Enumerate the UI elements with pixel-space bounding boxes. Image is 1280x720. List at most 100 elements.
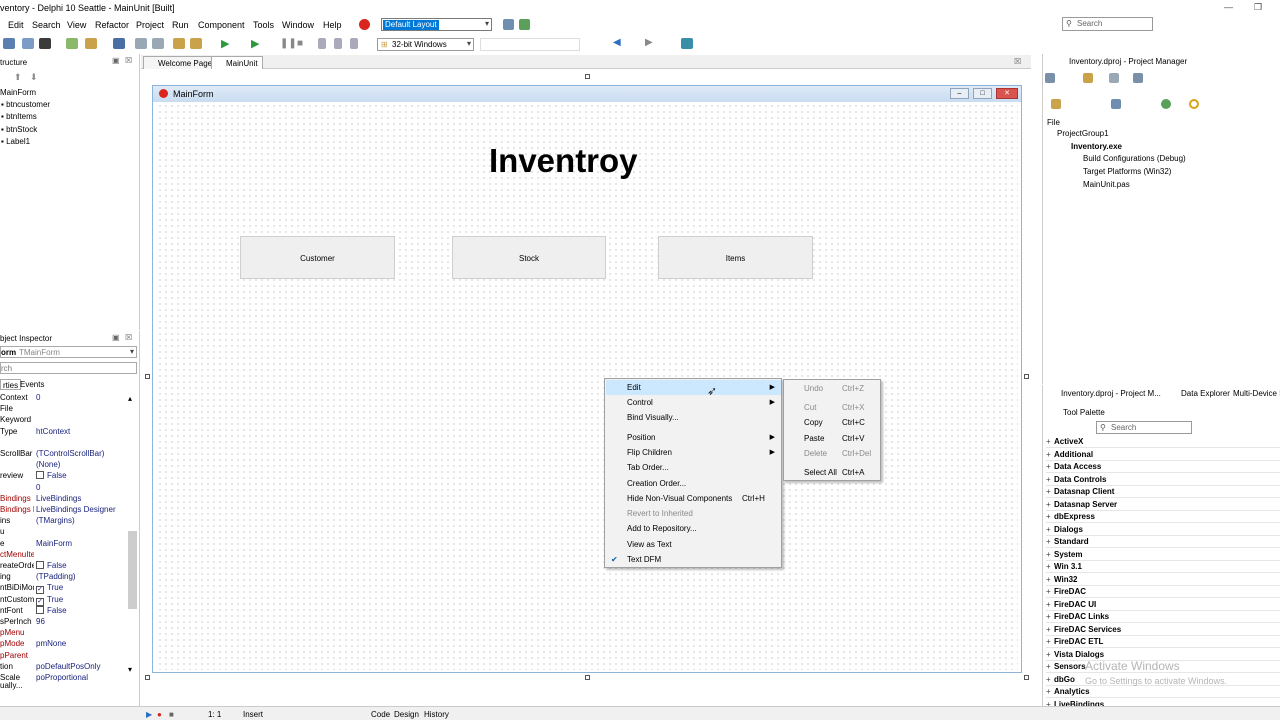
context-menu-item[interactable]: ✔ Text DFM <box>606 552 781 567</box>
structure-item[interactable]: ▪ Label1 <box>1 137 30 146</box>
palette-category[interactable]: + Win 3.1 <box>1046 561 1280 573</box>
property-row[interactable]: ntCustomH✓True <box>0 595 130 606</box>
property-value[interactable]: False <box>36 471 131 480</box>
property-row[interactable]: Scale poProportional <box>0 673 130 684</box>
run-without-debug-icon[interactable]: ▶ <box>251 37 259 50</box>
activate-icon[interactable] <box>1083 73 1093 83</box>
save-icon[interactable] <box>113 38 125 49</box>
build-icon[interactable] <box>190 38 202 49</box>
image-icon[interactable] <box>39 38 51 49</box>
palette-category[interactable]: + FireDAC Links <box>1046 611 1280 623</box>
resize-handle[interactable] <box>1024 374 1029 379</box>
tab-code[interactable]: Code <box>371 710 390 719</box>
platform-icon[interactable] <box>1161 99 1171 109</box>
palette-category[interactable]: + Win32 <box>1046 574 1280 586</box>
step-over-icon[interactable] <box>334 38 342 49</box>
property-value[interactable]: LiveBindings Designer <box>36 505 131 514</box>
checkbox-icon[interactable] <box>36 471 44 480</box>
palette-search-input[interactable]: ⚲ Search <box>1096 421 1192 434</box>
property-row[interactable]: Keyword <box>0 415 130 426</box>
palette-category[interactable]: + Data Controls <box>1046 474 1280 486</box>
palette-category[interactable]: + Data Access <box>1046 461 1280 473</box>
property-value[interactable]: 0 <box>36 483 131 492</box>
checkbox-checked-icon[interactable]: ✓ <box>36 586 44 595</box>
property-row[interactable] <box>0 438 130 449</box>
property-row[interactable]: ntBiDiMod ✓ True <box>0 583 131 595</box>
property-row[interactable]: pMode pmNone <box>0 639 130 650</box>
property-value[interactable]: False <box>36 605 131 615</box>
save-all-icon[interactable] <box>135 38 147 49</box>
project-group-node[interactable]: ProjectGroup1 <box>1057 129 1109 138</box>
tab-project-manager[interactable]: Inventory.dproj - Project M... <box>1061 389 1161 398</box>
context-menu-item[interactable]: Bind Visually... <box>606 410 781 425</box>
property-value[interactable]: (TPadding) <box>36 572 131 581</box>
add-file-icon[interactable] <box>66 38 78 49</box>
build-icon[interactable] <box>1051 99 1061 109</box>
items-button[interactable]: Items <box>658 236 813 279</box>
property-row[interactable]: ScrollBar (TControlScrollBar) <box>0 449 130 460</box>
property-row[interactable]: ntFont False <box>0 605 131 617</box>
property-value[interactable]: MainForm <box>36 539 131 548</box>
property-value[interactable]: ✓ True <box>36 583 131 595</box>
list-icon[interactable] <box>1111 99 1121 109</box>
property-row[interactable]: review False <box>0 471 130 482</box>
submenu-item[interactable]: Select All Ctrl+A <box>785 465 880 480</box>
property-row[interactable]: Type htContext <box>0 427 130 438</box>
menu-project[interactable]: Project <box>136 20 164 30</box>
ide-search-input[interactable]: ⚲ Search <box>1062 17 1153 31</box>
sync-icon[interactable] <box>1109 73 1119 83</box>
menu-search[interactable]: Search <box>32 20 61 30</box>
main-form[interactable]: MainForm – □ ✕ Inventroy Customer Stock … <box>152 85 1022 673</box>
property-row[interactable]: (None) <box>0 460 130 471</box>
resize-handle[interactable] <box>145 675 150 680</box>
help-contents-icon[interactable] <box>681 38 693 49</box>
open-project-icon[interactable] <box>85 38 97 49</box>
property-row[interactable]: pMenu <box>0 628 130 639</box>
property-value[interactable]: False <box>36 561 131 570</box>
resize-handle[interactable] <box>585 74 590 79</box>
palette-category[interactable]: + dbExpress <box>1046 511 1280 523</box>
context-menu-item[interactable]: Creation Order... <box>606 476 781 491</box>
move-up-icon[interactable]: ⬆ <box>14 72 22 83</box>
tab-events[interactable]: Events <box>18 379 46 390</box>
context-menu-item[interactable]: Edit ▶ <box>606 380 781 395</box>
property-value[interactable]: LiveBindings <box>36 494 131 503</box>
menu-refactor[interactable]: Refactor <box>95 20 129 30</box>
play-icon[interactable]: ▶ <box>146 710 152 719</box>
options-icon[interactable] <box>1189 99 1199 109</box>
menu-edit[interactable]: Edit <box>8 20 24 30</box>
stop-icon[interactable]: ■ <box>297 38 303 49</box>
menu-view[interactable]: View <box>67 20 86 30</box>
structure-item[interactable]: ▪ btnItems <box>1 112 37 121</box>
record-icon[interactable]: ● <box>157 710 162 719</box>
property-value[interactable]: (TMargins) <box>36 516 131 525</box>
unit-file-node[interactable]: MainUnit.pas <box>1083 180 1130 189</box>
submenu-item[interactable]: Paste Ctrl+V <box>785 431 880 446</box>
tab-mainunit[interactable]: MainUnit <box>211 56 263 69</box>
context-menu-item[interactable]: View as Text <box>606 537 781 552</box>
property-row[interactable]: reateOrde False <box>0 561 130 572</box>
context-menu-item[interactable]: Position ▶ <box>606 430 781 445</box>
minimize-icon[interactable]: — <box>1224 2 1233 12</box>
context-menu-item[interactable]: Control ▶ <box>606 395 781 410</box>
open-icon[interactable] <box>22 38 34 49</box>
context-menu-item[interactable]: Add to Repository... <box>606 521 781 536</box>
label-inventroy[interactable]: Inventroy <box>489 142 638 180</box>
property-value[interactable]: poDefaultPosOnly <box>36 662 131 671</box>
context-menu-item[interactable]: Tab Order... <box>606 460 781 475</box>
context-menu-item[interactable]: Hide Non-Visual Components Ctrl+H <box>606 491 781 506</box>
project-options-icon[interactable] <box>173 38 185 49</box>
property-row[interactable]: ins (TMargins) <box>0 516 130 527</box>
property-row[interactable]: Bindings LiveBindings <box>0 494 130 505</box>
stop-icon[interactable]: ■ <box>169 710 174 719</box>
property-value[interactable]: ✓ True <box>36 595 131 606</box>
menu-window[interactable]: Window <box>282 20 314 30</box>
palette-category[interactable]: + FireDAC <box>1046 586 1280 598</box>
palette-category[interactable]: + FireDAC Services <box>1046 624 1280 636</box>
new-icon[interactable] <box>3 38 15 49</box>
palette-category[interactable]: + ActiveX <box>1046 436 1280 448</box>
palette-category[interactable]: + Datasnap Server <box>1046 499 1280 511</box>
menu-help[interactable]: Help <box>323 20 342 30</box>
property-value[interactable]: (None) <box>36 460 131 469</box>
build-configurations-node[interactable]: Build Configurations (Debug) <box>1083 154 1186 163</box>
